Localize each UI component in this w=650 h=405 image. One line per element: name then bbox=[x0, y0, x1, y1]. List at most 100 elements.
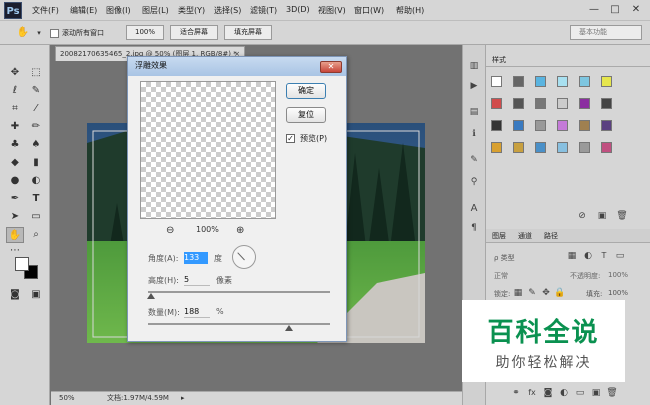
new-style-icon[interactable]: ▣ bbox=[596, 211, 608, 221]
filter-preview[interactable] bbox=[140, 81, 276, 219]
history-panel-icon[interactable]: ▥ bbox=[468, 61, 480, 71]
style-swatch[interactable] bbox=[579, 76, 590, 87]
tab-channels[interactable]: 通道 bbox=[518, 231, 532, 241]
amount-input[interactable]: 188 bbox=[184, 306, 210, 318]
style-swatch[interactable] bbox=[579, 98, 590, 109]
fill-screen-button[interactable]: 填充屏幕 bbox=[224, 25, 272, 40]
zoom-in-icon[interactable]: ⊕ bbox=[236, 225, 244, 236]
filter-type-icon[interactable]: T bbox=[598, 251, 610, 260]
history-brush-icon[interactable]: ♠ bbox=[27, 137, 45, 153]
menu-window[interactable]: 窗口(W) bbox=[354, 5, 384, 16]
lock-move-icon[interactable]: ✥ bbox=[540, 288, 552, 298]
screen-mode-icon[interactable]: ▣ bbox=[27, 287, 45, 303]
tab-layers[interactable]: 图层 bbox=[492, 231, 506, 241]
style-swatch[interactable] bbox=[535, 142, 546, 153]
quick-mask-icon[interactable]: ◙ bbox=[6, 287, 24, 303]
style-swatch[interactable] bbox=[513, 142, 524, 153]
path-select-icon[interactable]: ➤ bbox=[6, 209, 24, 225]
style-swatch[interactable] bbox=[557, 76, 568, 87]
actual-pixels-button[interactable]: 100% bbox=[126, 25, 164, 40]
menu-file[interactable]: 文件(F) bbox=[32, 5, 59, 16]
menu-edit[interactable]: 编辑(E) bbox=[70, 5, 97, 16]
gradient-tool-icon[interactable]: ▮ bbox=[27, 155, 45, 171]
filter-shape-icon[interactable]: ▭ bbox=[614, 251, 626, 261]
new-layer-icon[interactable]: ▣ bbox=[590, 388, 602, 398]
zoom-tool-icon[interactable]: ⌕ bbox=[27, 227, 45, 243]
lock-all-icon[interactable]: 🔒 bbox=[554, 288, 566, 298]
lasso-tool-icon[interactable]: ℓ bbox=[6, 83, 24, 99]
style-swatch[interactable] bbox=[491, 120, 502, 131]
fill-value[interactable]: 100% bbox=[608, 289, 628, 297]
tab-styles[interactable]: 样式 bbox=[492, 55, 506, 65]
height-input[interactable]: 5 bbox=[184, 274, 210, 286]
layer-style-icon[interactable]: fx bbox=[526, 388, 538, 397]
menu-type[interactable]: 类型(Y) bbox=[178, 5, 205, 16]
opacity-value[interactable]: 100% bbox=[608, 271, 628, 279]
paragraph-panel-icon[interactable]: ¶ bbox=[468, 223, 480, 233]
reset-button[interactable]: 复位 bbox=[286, 107, 326, 123]
angle-input[interactable]: 133 bbox=[184, 252, 208, 264]
amount-slider-track[interactable] bbox=[148, 323, 330, 325]
scroll-all-checkbox[interactable] bbox=[50, 29, 59, 38]
close-icon[interactable]: ✕ bbox=[628, 2, 644, 17]
info-panel-icon[interactable]: ℹ bbox=[468, 129, 480, 139]
layer-mask-icon[interactable]: ◙ bbox=[542, 388, 554, 398]
amount-slider-thumb[interactable] bbox=[285, 325, 293, 331]
preview-checkbox[interactable]: ✓ bbox=[286, 134, 295, 143]
quick-select-tool-icon[interactable]: ✎ bbox=[27, 83, 45, 99]
status-menu-arrow-icon[interactable]: ▸ bbox=[181, 392, 185, 405]
maximize-icon[interactable]: □ bbox=[607, 2, 623, 17]
style-swatch[interactable] bbox=[513, 120, 524, 131]
brush-tool-icon[interactable]: ✏ bbox=[27, 119, 45, 135]
marquee-tool-icon[interactable]: ⬚ bbox=[27, 65, 45, 81]
crop-tool-icon[interactable]: ⌗ bbox=[6, 101, 24, 117]
clone-stamp-icon[interactable]: ♣ bbox=[6, 137, 24, 153]
dialog-close-button[interactable]: ✕ bbox=[320, 61, 342, 73]
style-swatch[interactable] bbox=[513, 76, 524, 87]
move-tool-icon[interactable]: ✥ bbox=[6, 65, 24, 81]
filter-pixel-icon[interactable]: ▦ bbox=[566, 251, 578, 261]
healing-brush-icon[interactable]: ✚ bbox=[6, 119, 24, 135]
style-swatch[interactable] bbox=[557, 142, 568, 153]
clone-source-icon[interactable]: ⚲ bbox=[468, 177, 480, 187]
dodge-tool-icon[interactable]: ◐ bbox=[27, 173, 45, 189]
filter-adjust-icon[interactable]: ◐ bbox=[582, 251, 594, 261]
character-panel-icon[interactable]: A bbox=[468, 203, 480, 214]
blend-mode-select[interactable]: 正常 bbox=[494, 271, 508, 281]
style-swatch[interactable] bbox=[579, 142, 590, 153]
dropdown-arrow-icon[interactable]: ▾ bbox=[30, 25, 48, 41]
brush-panel-icon[interactable]: ✎ bbox=[468, 155, 480, 165]
foreground-color-swatch[interactable] bbox=[15, 257, 29, 271]
group-icon[interactable]: ▭ bbox=[574, 388, 586, 398]
dialog-title[interactable]: 浮雕效果 bbox=[128, 57, 346, 76]
eyedropper-tool-icon[interactable]: ⁄ bbox=[27, 101, 45, 117]
properties-panel-icon[interactable]: ▤ bbox=[468, 107, 480, 117]
style-swatch[interactable] bbox=[535, 120, 546, 131]
fit-screen-button[interactable]: 适合屏幕 bbox=[170, 25, 218, 40]
lock-pixels-icon[interactable]: ▦ bbox=[512, 288, 524, 298]
style-swatch[interactable] bbox=[513, 98, 524, 109]
zoom-out-icon[interactable]: ⊖ bbox=[166, 225, 174, 236]
delete-layer-icon[interactable]: 🗑 bbox=[606, 388, 618, 398]
height-slider-thumb[interactable] bbox=[147, 293, 155, 299]
height-slider-track[interactable] bbox=[148, 291, 330, 293]
type-tool-icon[interactable]: T bbox=[27, 191, 45, 207]
layer-kind-filter[interactable]: ρ 类型 bbox=[494, 253, 515, 263]
clear-style-icon[interactable]: ⊘ bbox=[576, 211, 588, 221]
minimize-icon[interactable]: — bbox=[586, 2, 602, 17]
eraser-tool-icon[interactable]: ◆ bbox=[6, 155, 24, 171]
link-layers-icon[interactable]: ⚭ bbox=[510, 388, 522, 398]
zoom-level[interactable]: 50% bbox=[59, 392, 75, 405]
actions-panel-icon[interactable]: ▶ bbox=[468, 81, 480, 91]
style-swatch[interactable] bbox=[601, 98, 612, 109]
style-swatch[interactable] bbox=[601, 76, 612, 87]
style-swatch[interactable] bbox=[535, 98, 546, 109]
menu-3d[interactable]: 3D(D) bbox=[286, 5, 310, 14]
hand-tool-active-icon[interactable]: ✋ bbox=[6, 227, 24, 243]
ok-button[interactable]: 确定 bbox=[286, 83, 326, 99]
menu-select[interactable]: 选择(S) bbox=[214, 5, 241, 16]
pen-tool-icon[interactable]: ✒ bbox=[6, 191, 24, 207]
menu-help[interactable]: 帮助(H) bbox=[396, 5, 424, 16]
style-swatch[interactable] bbox=[557, 120, 568, 131]
menu-filter[interactable]: 滤镜(T) bbox=[250, 5, 277, 16]
